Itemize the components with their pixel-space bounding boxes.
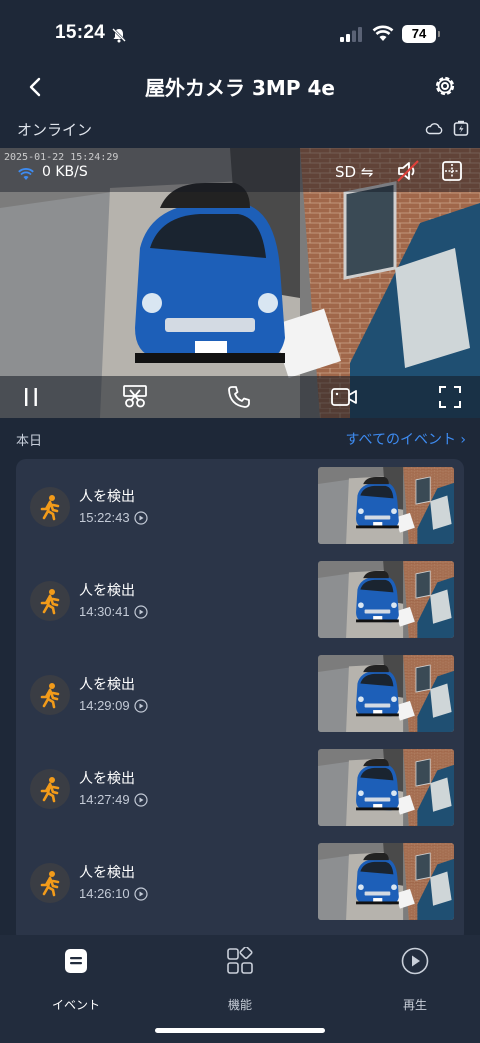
event-title: 人を検出 <box>79 771 135 787</box>
all-events-link[interactable]: すべてのイベント › <box>345 429 466 449</box>
video-timestamp: 2025-01-22 15:24:29 <box>4 152 119 163</box>
event-item[interactable]: 人を検出 15:22:43 <box>16 459 464 553</box>
tab-features[interactable]: 機能 <box>180 947 300 1012</box>
page-title: 屋外カメラ 3MP 4e <box>145 76 335 100</box>
battery-icon: 74 <box>402 25 440 43</box>
speaker-muted-icon[interactable] <box>395 159 421 183</box>
event-time: 14:29:09 <box>79 698 130 713</box>
home-indicator <box>155 1028 325 1033</box>
event-time: 14:27:49 <box>79 792 130 807</box>
fullscreen-icon[interactable] <box>437 384 463 410</box>
tab-playback[interactable]: 再生 <box>355 947 475 1012</box>
event-time: 15:22:43 <box>79 510 130 525</box>
play-circle-icon <box>134 511 148 525</box>
event-time: 14:30:41 <box>79 604 130 619</box>
event-title: 人を検出 <box>79 489 135 505</box>
gear-icon[interactable] <box>431 72 459 100</box>
video-controls <box>0 376 480 418</box>
event-title: 人を検出 <box>79 865 135 881</box>
play-circle-icon <box>134 605 148 619</box>
nav-bar: 屋外カメラ 3MP 4e <box>0 62 480 110</box>
event-item[interactable]: 人を検出 14:30:41 <box>16 553 464 647</box>
event-thumbnail[interactable] <box>318 467 454 544</box>
cellular-signal-icon <box>340 27 362 42</box>
event-list-icon <box>65 949 87 973</box>
event-thumbnail[interactable] <box>318 843 454 920</box>
live-video[interactable]: 2025-01-22 15:24:29 0 KB/S SD ⇋ <box>0 148 480 418</box>
person-walking-icon <box>30 487 70 527</box>
tab-label: イベント <box>51 998 100 1012</box>
event-title: 人を検出 <box>79 677 135 693</box>
play-circle-icon <box>134 793 148 807</box>
sd-quality-button[interactable]: SD ⇋ <box>335 163 373 181</box>
battery-charging-icon <box>453 120 469 136</box>
wifi-signal-icon <box>18 168 34 180</box>
pause-icon[interactable] <box>18 384 44 410</box>
tab-label: 再生 <box>402 998 427 1012</box>
status-bar: 15:24 74 <box>0 0 480 62</box>
status-row: オンライン <box>0 116 480 144</box>
apps-grid-icon <box>227 947 253 974</box>
person-walking-icon <box>30 675 70 715</box>
section-label-today: 本日 <box>16 434 43 449</box>
tab-label: 機能 <box>227 998 252 1012</box>
person-walking-icon <box>30 581 70 621</box>
event-item[interactable]: 人を検出 14:26:10 <box>16 835 464 929</box>
play-circle-icon <box>134 887 148 901</box>
event-time: 14:26:10 <box>79 886 130 901</box>
event-title: 人を検出 <box>79 583 135 599</box>
bottom-tab-bar: イベント 機能 再生 <box>0 935 480 1043</box>
person-walking-icon <box>30 863 70 903</box>
wifi-icon <box>372 25 394 41</box>
event-thumbnail[interactable] <box>318 655 454 732</box>
event-item[interactable]: 人を検出 14:27:49 <box>16 741 464 835</box>
bitrate-label: 0 KB/S <box>42 164 88 180</box>
person-walking-icon <box>30 769 70 809</box>
play-circle-icon <box>134 699 148 713</box>
online-status: オンライン <box>17 121 93 139</box>
bell-off-icon <box>112 28 126 43</box>
event-list: 人を検出 15:22:43 人を検出 14:30:41 人を検出 14:29:0… <box>16 459 464 943</box>
record-video-icon[interactable] <box>330 384 358 410</box>
event-thumbnail[interactable] <box>318 749 454 826</box>
play-circle-icon <box>401 947 429 975</box>
grid-view-icon[interactable] <box>441 160 463 182</box>
cloud-icon <box>425 123 443 135</box>
event-thumbnail[interactable] <box>318 561 454 638</box>
event-item[interactable]: 人を検出 14:29:09 <box>16 647 464 741</box>
scissors-icon[interactable] <box>122 384 148 410</box>
tab-events[interactable]: イベント <box>16 947 136 1012</box>
status-time: 15:24 <box>55 22 106 43</box>
phone-icon[interactable] <box>226 384 252 410</box>
